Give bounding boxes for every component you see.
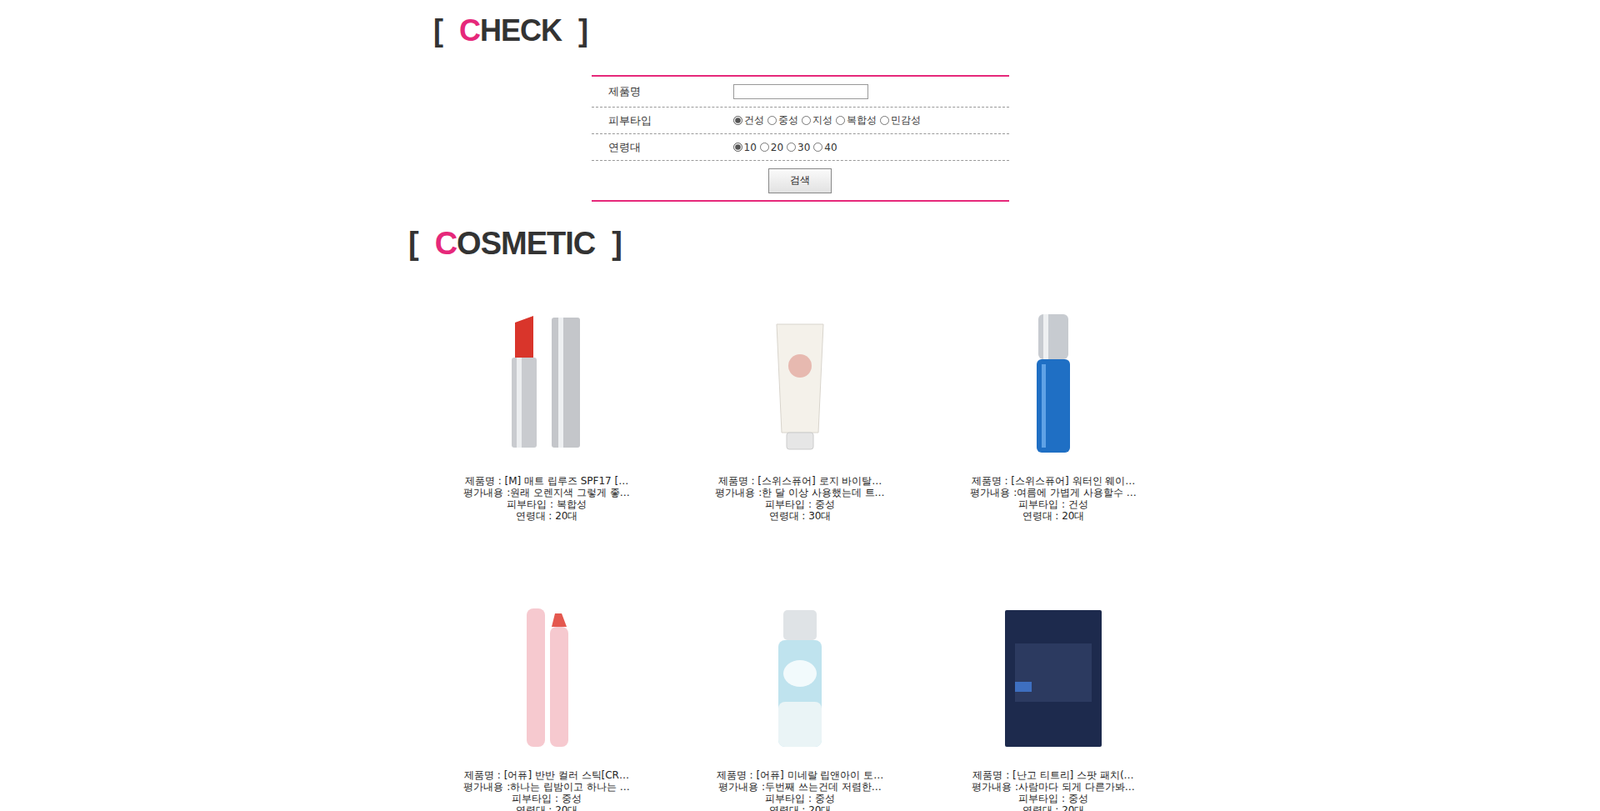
tube-image — [725, 307, 875, 458]
radio-button[interactable] — [786, 142, 796, 152]
radio-button[interactable] — [733, 115, 743, 125]
product-info: 제품명 : [어퓨] 반반 컬러 스틱[CR…평가내용 :하나는 립밤이고 하나… — [463, 769, 630, 811]
pouch-image — [978, 601, 1129, 752]
product-info: 제품명 : [스위스퓨어] 워터인 웨이…평가내용 :여름에 가볍게 사용할수 … — [970, 475, 1136, 522]
skin-radio-option[interactable]: 민감성 — [880, 113, 921, 128]
radio-button[interactable] — [733, 142, 743, 152]
product-card[interactable]: 제품명 : [난고 티트리] 스팟 패치(…평가내용 :사람마다 되게 다른가봐… — [926, 589, 1180, 811]
product-skin-type: 피부타입 : 중성 — [765, 792, 835, 805]
product-input[interactable] — [733, 84, 869, 100]
product-info: 제품명 : [스위스퓨어] 로지 바이탈…평가내용 :한 달 이상 사용했는데 … — [715, 475, 885, 522]
cosmetic-heading: [COSMETIC] — [408, 225, 1192, 262]
product-skin-type: 피부타입 : 복합성 — [506, 498, 587, 510]
product-card[interactable]: 제품명 : [스위스퓨어] 워터인 웨이…평가내용 :여름에 가볍게 사용할수 … — [926, 295, 1180, 522]
product-age: 연령대 : 20대 — [1022, 804, 1085, 811]
product-image[interactable] — [970, 589, 1137, 765]
field-label: 제품명 — [591, 84, 734, 100]
form-row: 연령대10203040 — [591, 134, 1010, 161]
product-review: 평가내용 :여름에 가볍게 사용할수 … — [970, 486, 1136, 499]
product-card[interactable]: 제품명 : [어퓨] 미네랄 립앤아이 토…평가내용 :두번째 쓰는건데 저렴한… — [673, 589, 927, 811]
product-image[interactable] — [463, 589, 630, 765]
bottle-image — [978, 307, 1129, 458]
skin-radio-group: 건성중성지성복합성민감성 — [733, 113, 1010, 128]
radio-button[interactable] — [767, 115, 777, 125]
skin-radio-option[interactable]: 지성 — [801, 113, 833, 128]
product-skin-type: 피부타입 : 중성 — [765, 498, 835, 510]
product-review: 평가내용 :한 달 이상 사용했는데 트… — [715, 486, 885, 499]
field-label: 연령대 — [591, 140, 734, 155]
button-row: 검색 — [591, 160, 1010, 200]
check-heading: [CHECK] — [433, 13, 1192, 49]
product-name: 제품명 : [M] 매트 립루즈 SPF17 [… — [465, 475, 629, 487]
product-card[interactable]: 제품명 : [M] 매트 립루즈 SPF17 […평가내용 :원래 오렌지색 그… — [420, 295, 674, 522]
product-image[interactable] — [463, 295, 630, 470]
product-review: 평가내용 :사람마다 되게 다른가봐… — [971, 780, 1135, 793]
product-skin-type: 피부타입 : 중성 — [511, 792, 582, 805]
search-button[interactable]: 검색 — [768, 168, 832, 194]
product-info: 제품명 : [M] 매트 립루즈 SPF17 […평가내용 :원래 오렌지색 그… — [463, 475, 630, 522]
product-info: 제품명 : [어퓨] 미네랄 립앤아이 토…평가내용 :두번째 쓰는건데 저렴한… — [716, 769, 884, 811]
product-name: 제품명 : [난고 티트리] 스팟 패치(… — [972, 769, 1134, 781]
product-image[interactable] — [970, 295, 1137, 470]
radio-button[interactable] — [835, 115, 845, 125]
age-radio-option[interactable]: 10 — [733, 141, 757, 154]
product-review: 평가내용 :두번째 쓰는건데 저렴한… — [718, 780, 882, 793]
page: [CHECK]제품명피부타입건성중성지성복합성민감성연령대10203040검색[… — [408, 0, 1192, 811]
age-radio-option[interactable]: 30 — [786, 141, 810, 154]
product-name: 제품명 : [스위스퓨어] 로지 바이탈… — [718, 475, 883, 487]
product-image[interactable] — [716, 295, 884, 470]
product-age: 연령대 : 20대 — [515, 510, 579, 522]
age-radio-group: 10203040 — [733, 141, 1010, 154]
field-label: 피부타입 — [591, 113, 734, 129]
skin-radio-option[interactable]: 건성 — [733, 113, 765, 128]
skin-radio-option[interactable]: 복합성 — [835, 113, 877, 128]
product-info: 제품명 : [난고 티트리] 스팟 패치(…평가내용 :사람마다 되게 다른가봐… — [971, 769, 1135, 811]
product-card[interactable]: 제품명 : [어퓨] 반반 컬러 스틱[CR…평가내용 :하나는 립밤이고 하나… — [420, 589, 674, 811]
form-row: 제품명 — [591, 76, 1010, 108]
search-form: 제품명피부타입건성중성지성복합성민감성연령대10203040검색 — [591, 75, 1010, 202]
product-name: 제품명 : [어퓨] 미네랄 립앤아이 토… — [716, 769, 884, 781]
form-row: 피부타입건성중성지성복합성민감성 — [591, 107, 1010, 135]
product-review: 평가내용 :원래 오렌지색 그렇게 좋… — [463, 486, 630, 499]
product-skin-type: 피부타입 : 건성 — [1018, 498, 1089, 510]
product-name: 제품명 : [스위스퓨어] 워터인 웨이… — [971, 475, 1136, 487]
stick-image — [471, 601, 622, 752]
product-grid: 제품명 : [M] 매트 립루즈 SPF17 […평가내용 :원래 오렌지색 그… — [420, 295, 1180, 811]
product-age: 연령대 : 20대 — [515, 804, 579, 811]
product-skin-type: 피부타입 : 중성 — [1018, 792, 1089, 805]
bottle-image — [725, 601, 875, 752]
product-age: 연령대 : 20대 — [1022, 510, 1085, 522]
radio-button[interactable] — [880, 115, 890, 125]
product-card[interactable]: 제품명 : [스위스퓨어] 로지 바이탈…평가내용 :한 달 이상 사용했는데 … — [673, 295, 927, 522]
age-radio-option[interactable]: 40 — [813, 141, 837, 154]
radio-button[interactable] — [760, 142, 770, 152]
lipstick-image — [471, 307, 622, 458]
product-age: 연령대 : 30대 — [769, 510, 832, 522]
age-radio-option[interactable]: 20 — [760, 141, 784, 154]
product-name: 제품명 : [어퓨] 반반 컬러 스틱[CR… — [464, 769, 630, 781]
radio-button[interactable] — [813, 142, 823, 152]
product-age: 연령대 : 20대 — [769, 804, 832, 811]
skin-radio-option[interactable]: 중성 — [767, 113, 799, 128]
product-review: 평가내용 :하나는 립밤이고 하나는 … — [463, 780, 630, 793]
radio-button[interactable] — [801, 115, 811, 125]
product-image[interactable] — [716, 589, 884, 765]
